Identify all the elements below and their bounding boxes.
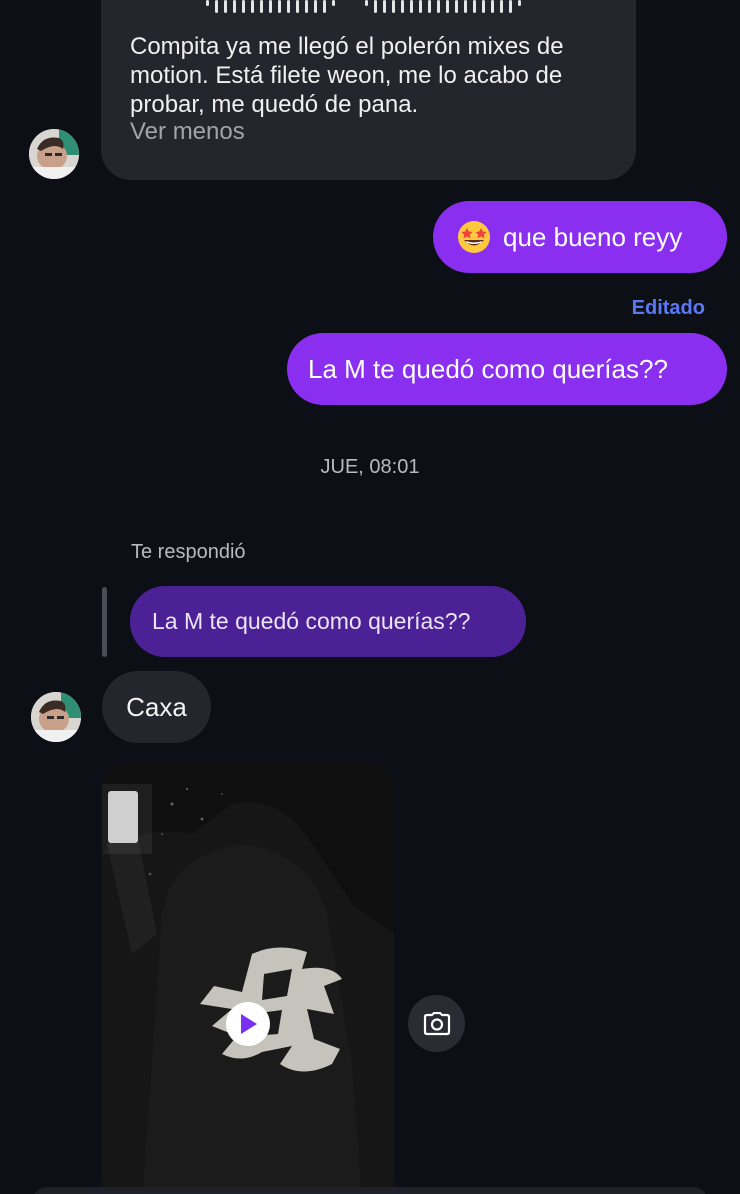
voice-transcript: Compita ya me llegó el polerón mixes de … <box>130 33 564 118</box>
reply-context-label: Te respondió <box>131 541 246 563</box>
message-composer[interactable] <box>32 1187 708 1194</box>
audio-waveform[interactable] <box>206 0 521 16</box>
date-separator: JUE, 08:01 <box>320 456 420 478</box>
play-icon <box>241 1014 257 1034</box>
camera-button[interactable] <box>408 995 465 1052</box>
contact-avatar[interactable] <box>29 129 79 179</box>
outgoing-message[interactable]: que bueno reyy <box>433 201 727 273</box>
video-message-thumbnail[interactable] <box>102 764 394 1194</box>
reply-indicator-bar <box>102 587 107 657</box>
star-struck-emoji-icon <box>458 221 490 253</box>
outgoing-message[interactable]: La M te quedó como querías?? <box>287 333 727 405</box>
quoted-message-text: La M te quedó como querías?? <box>152 608 471 634</box>
message-text: La M te quedó como querías?? <box>308 353 668 384</box>
edited-label: Editado <box>631 297 705 319</box>
play-button[interactable] <box>226 1002 270 1046</box>
voice-message-bubble[interactable]: Compita ya me llegó el polerón mixes de … <box>101 0 636 180</box>
quoted-message[interactable]: La M te quedó como querías?? <box>130 586 526 657</box>
see-less-link[interactable]: Ver menos <box>130 118 245 146</box>
video-preview-image <box>102 764 394 1194</box>
chat-thread: Compita ya me llegó el polerón mixes de … <box>0 0 740 1194</box>
message-text: Caxa <box>126 691 187 722</box>
message-text: que bueno reyy <box>503 221 683 252</box>
contact-avatar[interactable] <box>31 692 81 742</box>
camera-icon <box>423 1011 450 1035</box>
incoming-message[interactable]: Caxa <box>102 671 211 743</box>
